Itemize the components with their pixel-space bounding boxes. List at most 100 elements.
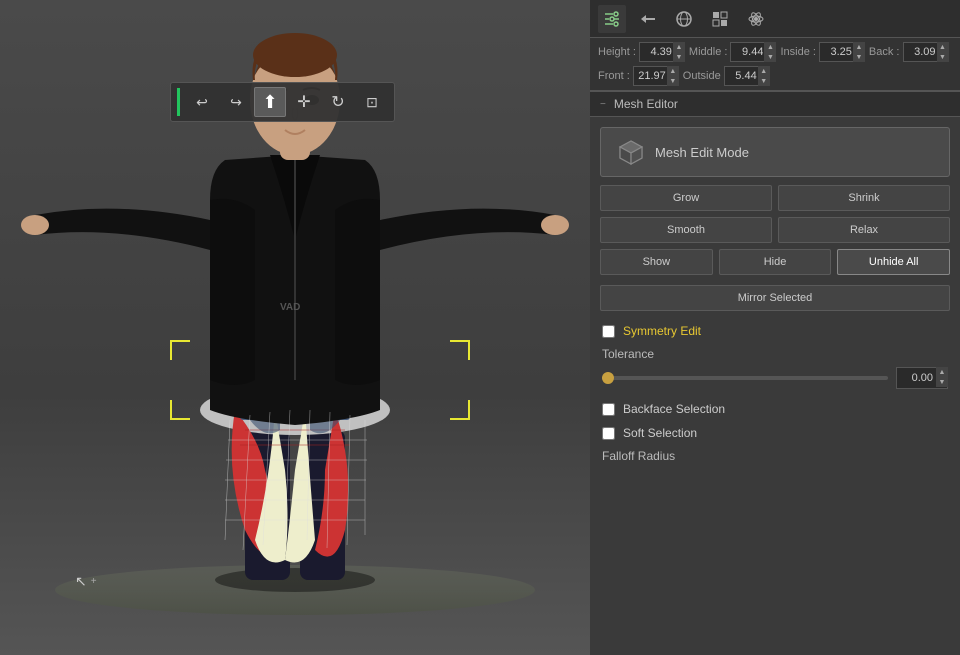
filter-icon [603,10,621,28]
measurements-bar: Height : ▲ ▼ Middle : ▲ ▼ Inside : [590,38,960,91]
tolerance-down-btn[interactable]: ▼ [936,377,948,387]
tolerance-up-btn[interactable]: ▲ [936,367,948,377]
grow-button[interactable]: Grow [600,185,772,211]
unhide-all-button[interactable]: Unhide All [837,249,950,275]
selection-corner-tl [170,340,190,360]
inside-up-btn[interactable]: ▲ [853,42,865,52]
falloff-radius-label: Falloff Radius [590,445,960,471]
middle-up-btn[interactable]: ▲ [764,42,776,52]
mesh-editor-collapse-icon[interactable]: − [600,99,606,110]
symmetry-edit-checkbox[interactable] [602,325,615,338]
select-button[interactable]: ⬆ [254,87,286,117]
symmetry-edit-row: Symmetry Edit [590,319,960,343]
back-input-wrap: ▲ ▼ [903,42,949,62]
outside-down-btn[interactable]: ▼ [758,76,770,86]
tab-filter[interactable] [598,5,626,33]
height-input-wrap: ▲ ▼ [639,42,685,62]
tolerance-spinners: ▲ ▼ [936,367,948,387]
cube-icon [617,138,645,166]
expand-button[interactable]: ⊡ [356,87,388,117]
rotate-button[interactable]: ↻ [322,87,354,117]
symmetry-edit-label[interactable]: Symmetry Edit [623,324,701,338]
selection-corner-tr [450,340,470,360]
soft-selection-checkbox[interactable] [602,427,615,440]
outside-input-wrap: ▲ ▼ [724,66,770,86]
front-label: Front : [598,70,630,82]
soft-selection-row: Soft Selection [590,421,960,445]
middle-spinners: ▲ ▼ [764,42,776,62]
tab-globe[interactable] [670,5,698,33]
cursor-indicator: ↖ + [75,573,97,590]
back-measurement: Back : ▲ ▼ [869,42,949,62]
right-panel: Height : ▲ ▼ Middle : ▲ ▼ Inside : [590,0,960,655]
arrows-icon [639,10,657,28]
height-spinners: ▲ ▼ [673,42,685,62]
backface-selection-label[interactable]: Backface Selection [623,402,725,416]
mesh-editor-title: Mesh Editor [614,97,678,111]
tolerance-slider-track[interactable] [602,376,888,380]
outside-up-btn[interactable]: ▲ [758,66,770,76]
atom-icon [747,10,765,28]
panel-tabs [590,0,960,38]
outside-measurement: Outside ▲ ▼ [683,66,770,86]
height-up-btn[interactable]: ▲ [673,42,685,52]
inside-down-btn[interactable]: ▼ [853,52,865,62]
mesh-edit-mode-label: Mesh Edit Mode [655,145,749,160]
inside-measurement: Inside : ▲ ▼ [780,42,864,62]
viewport[interactable]: VAD ↩ ↪ ⬆ ✛ [0,0,590,655]
back-label: Back : [869,46,900,58]
front-up-btn[interactable]: ▲ [667,66,679,76]
move-button[interactable]: ✛ [288,87,320,117]
grow-shrink-row: Grow Shrink [590,185,960,217]
smooth-button[interactable]: Smooth [600,217,772,243]
inside-input-wrap: ▲ ▼ [819,42,865,62]
back-up-btn[interactable]: ▲ [937,42,949,52]
tab-checker[interactable] [706,5,734,33]
tolerance-slider-thumb[interactable] [602,372,614,384]
mirror-selected-button[interactable]: Mirror Selected [600,285,950,311]
inside-label: Inside : [780,46,815,58]
middle-input-wrap: ▲ ▼ [730,42,776,62]
height-down-btn[interactable]: ▼ [673,52,685,62]
tolerance-input-wrap: ▲ ▼ [896,367,948,389]
selection-corner-bl [170,400,190,420]
toolbar-active-indicator [177,88,180,116]
front-input-wrap: ▲ ▼ [633,66,679,86]
mesh-edit-mode-button[interactable]: Mesh Edit Mode [600,127,950,177]
height-label: Height : [598,46,636,58]
selection-box [170,340,470,420]
redo-button[interactable]: ↪ [220,87,252,117]
middle-measurement: Middle : ▲ ▼ [689,42,777,62]
globe-icon [675,10,693,28]
back-down-btn[interactable]: ▼ [937,52,949,62]
outside-label: Outside [683,70,721,82]
mesh-editor-header: − Mesh Editor [590,91,960,117]
tolerance-row: ▲ ▼ [590,363,960,397]
back-spinners: ▲ ▼ [937,42,949,62]
relax-button[interactable]: Relax [778,217,950,243]
soft-selection-label[interactable]: Soft Selection [623,426,697,440]
hide-button[interactable]: Hide [719,249,832,275]
backface-selection-row: Backface Selection [590,397,960,421]
checker-icon [711,10,729,28]
middle-label: Middle : [689,46,728,58]
tolerance-label: Tolerance [590,343,960,363]
undo-button[interactable]: ↩ [186,87,218,117]
show-hide-row: Show Hide Unhide All [590,249,960,281]
svg-text:VAD: VAD [280,302,300,313]
cursor-icon: ↖ [75,573,87,590]
tab-arrows[interactable] [634,5,662,33]
smooth-relax-row: Smooth Relax [590,217,960,249]
toolbar: ↩ ↪ ⬆ ✛ ↻ ⊡ [170,82,395,122]
height-measurement: Height : ▲ ▼ [598,42,685,62]
show-button[interactable]: Show [600,249,713,275]
front-spinners: ▲ ▼ [667,66,679,86]
shrink-button[interactable]: Shrink [778,185,950,211]
tab-atom[interactable] [742,5,770,33]
front-measurement: Front : ▲ ▼ [598,66,679,86]
selection-corner-br [450,400,470,420]
backface-selection-checkbox[interactable] [602,403,615,416]
front-down-btn[interactable]: ▼ [667,76,679,86]
middle-down-btn[interactable]: ▼ [764,52,776,62]
outside-spinners: ▲ ▼ [758,66,770,86]
